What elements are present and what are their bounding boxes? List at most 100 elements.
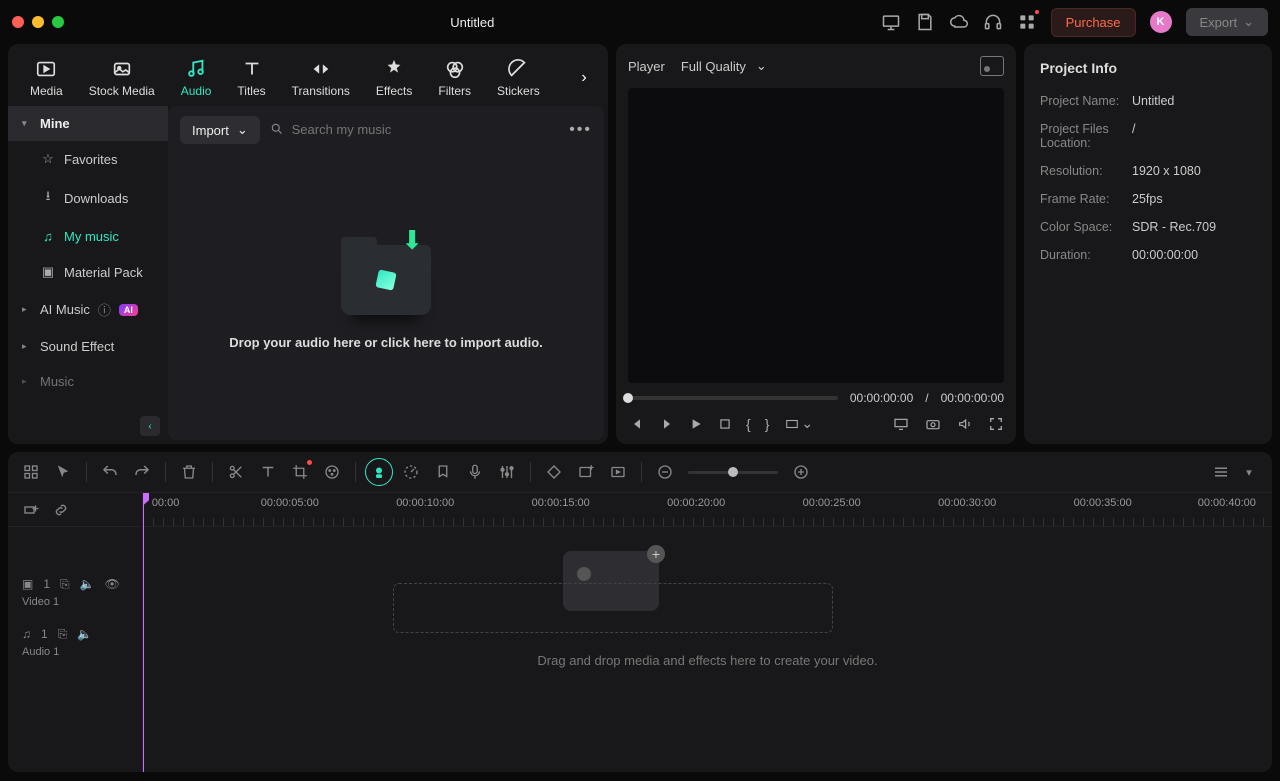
- project-info-panel: Project Info Project Name:Untitled Proje…: [1024, 44, 1272, 444]
- tab-stickers[interactable]: Stickers: [487, 54, 550, 102]
- quality-selector[interactable]: Full Quality⌄: [681, 58, 767, 74]
- track-head-video[interactable]: ▣1⎘🔈👁 Video 1: [8, 567, 142, 617]
- resolution-value: 1920 x 1080: [1132, 164, 1201, 178]
- mark-in-icon[interactable]: {: [746, 416, 751, 432]
- zoom-in-icon[interactable]: [792, 463, 810, 481]
- mute-icon[interactable]: 🔈: [80, 577, 95, 591]
- stop-icon[interactable]: [718, 417, 732, 431]
- chevron-down-icon[interactable]: ▾: [1240, 463, 1258, 481]
- project-info-title: Project Info: [1040, 60, 1256, 76]
- sidebar-item-material-pack[interactable]: ▣Material Pack: [8, 254, 168, 290]
- speed-icon[interactable]: [402, 463, 420, 481]
- monitor-icon[interactable]: [892, 416, 910, 432]
- redo-icon[interactable]: [133, 463, 151, 481]
- link-icon[interactable]: [52, 501, 70, 519]
- zoom-slider[interactable]: [688, 471, 778, 474]
- tab-filters[interactable]: Filters: [428, 54, 481, 102]
- timeline-panel: ▾ ▣1⎘🔈👁 Video 1 ♫1⎘🔈 Audio 1 00:00 00:00…: [8, 452, 1272, 772]
- tab-audio[interactable]: Audio: [171, 54, 222, 102]
- sidebar-item-music[interactable]: ▸Music: [8, 364, 168, 399]
- text-icon[interactable]: [259, 463, 277, 481]
- sidebar-item-sound-effect[interactable]: ▸Sound Effect: [8, 329, 168, 364]
- split-icon[interactable]: [227, 463, 245, 481]
- package-icon: ▣: [40, 264, 56, 280]
- sidebar-item-my-music[interactable]: ♫My music: [8, 219, 168, 254]
- window-controls: [12, 16, 64, 28]
- fullscreen-icon[interactable]: [988, 416, 1004, 432]
- keyframe-icon[interactable]: [545, 463, 563, 481]
- mark-out-icon[interactable]: }: [765, 416, 770, 432]
- save-icon[interactable]: [915, 12, 935, 32]
- chevron-down-icon: ⌄: [1243, 14, 1254, 30]
- mute-icon[interactable]: 🔈: [77, 627, 92, 641]
- tab-media[interactable]: Media: [20, 54, 73, 102]
- lock-icon[interactable]: ⎘: [60, 577, 70, 592]
- import-drop-zone[interactable]: ⬇ Drop your audio here or click here to …: [168, 154, 604, 440]
- aspect-icon[interactable]: ⌄: [783, 415, 813, 432]
- current-time: 00:00:00:00: [850, 391, 913, 405]
- import-button[interactable]: Import⌄: [180, 116, 260, 144]
- cursor-icon[interactable]: [54, 463, 72, 481]
- delete-icon[interactable]: [180, 463, 198, 481]
- user-avatar[interactable]: K: [1150, 11, 1172, 33]
- play-in-icon[interactable]: [658, 416, 674, 432]
- search-input[interactable]: [292, 122, 560, 137]
- player-viewport[interactable]: [628, 88, 1004, 383]
- chevron-right-icon: ▸: [22, 341, 32, 352]
- more-options-icon[interactable]: •••: [569, 121, 592, 139]
- tab-transitions[interactable]: Transitions: [282, 54, 360, 102]
- duration-value: 00:00:00:00: [1132, 248, 1198, 262]
- timeline-ruler[interactable]: 00:00 00:00:05:00 00:00:10:00 00:00:15:0…: [143, 493, 1272, 527]
- track-headers: ▣1⎘🔈👁 Video 1 ♫1⎘🔈 Audio 1: [8, 493, 143, 772]
- chevron-right-icon: ▸: [22, 376, 32, 387]
- undo-icon[interactable]: [101, 463, 119, 481]
- total-time: 00:00:00:00: [941, 391, 1004, 405]
- collapse-sidebar-button[interactable]: ‹: [140, 416, 160, 436]
- snapshot-icon[interactable]: [980, 56, 1004, 76]
- tab-stock-media[interactable]: Stock Media: [79, 54, 165, 102]
- crop-icon[interactable]: [291, 463, 309, 481]
- export-button[interactable]: Export⌄: [1186, 8, 1268, 36]
- visibility-icon[interactable]: 👁: [105, 577, 120, 591]
- apps-icon[interactable]: [1017, 12, 1037, 32]
- audio-sidebar: ▾Mine ☆Favorites ⭳Downloads ♫My music ▣M…: [8, 102, 168, 444]
- volume-icon[interactable]: [956, 416, 974, 432]
- minimize-window-icon[interactable]: [32, 16, 44, 28]
- color-icon[interactable]: [323, 463, 341, 481]
- zoom-out-icon[interactable]: [656, 463, 674, 481]
- render-icon[interactable]: [609, 463, 627, 481]
- search-icon: [270, 122, 284, 139]
- track-options-icon[interactable]: [1212, 463, 1230, 481]
- track-head-audio[interactable]: ♫1⎘🔈 Audio 1: [8, 617, 142, 667]
- sidebar-item-ai-music[interactable]: ▸AI Music ⓘ AI: [8, 290, 168, 329]
- playhead[interactable]: [143, 493, 144, 772]
- sidebar-item-downloads[interactable]: ⭳Downloads: [8, 177, 168, 219]
- maximize-window-icon[interactable]: [52, 16, 64, 28]
- add-media-icon[interactable]: [577, 463, 595, 481]
- camera-icon[interactable]: [924, 416, 942, 432]
- ai-tool-icon[interactable]: [370, 463, 388, 481]
- chevron-down-icon: ▾: [22, 118, 32, 129]
- timeline-drop-zone[interactable]: [393, 583, 833, 633]
- tabs-scroll-right-icon[interactable]: ›: [572, 66, 596, 90]
- project-name-value: Untitled: [1132, 94, 1174, 108]
- display-icon[interactable]: [881, 12, 901, 32]
- sidebar-item-favorites[interactable]: ☆Favorites: [8, 141, 168, 177]
- headphones-icon[interactable]: [983, 12, 1003, 32]
- play-icon[interactable]: [688, 416, 704, 432]
- sidebar-item-mine[interactable]: ▾Mine: [8, 106, 168, 141]
- mixer-icon[interactable]: [498, 463, 516, 481]
- purchase-button[interactable]: Purchase: [1051, 8, 1136, 37]
- marker-icon[interactable]: [434, 463, 452, 481]
- close-window-icon[interactable]: [12, 16, 24, 28]
- grid-icon[interactable]: [22, 463, 40, 481]
- tab-effects[interactable]: Effects: [366, 54, 422, 102]
- prev-frame-icon[interactable]: [628, 416, 644, 432]
- add-track-icon[interactable]: [22, 501, 40, 519]
- scrub-bar[interactable]: [628, 396, 838, 400]
- voiceover-icon[interactable]: [466, 463, 484, 481]
- lock-icon[interactable]: ⎘: [58, 627, 68, 642]
- timeline-tracks[interactable]: 00:00 00:00:05:00 00:00:10:00 00:00:15:0…: [143, 493, 1272, 772]
- tab-titles[interactable]: Titles: [227, 54, 275, 102]
- cloud-icon[interactable]: [949, 12, 969, 32]
